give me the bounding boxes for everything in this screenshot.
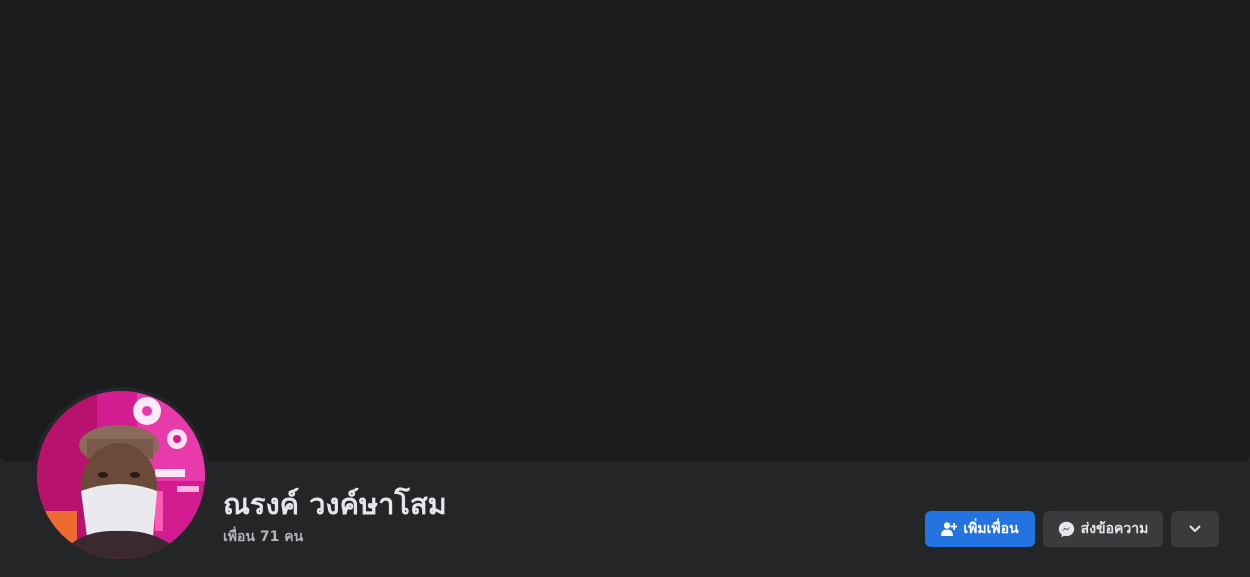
cover-photo[interactable]: [0, 0, 1250, 462]
add-friend-button[interactable]: เพิ่มเพื่อน: [925, 511, 1035, 547]
friends-count[interactable]: เพื่อน 71 คน: [223, 527, 303, 547]
profile-header: ณรงค์ วงค์ษาโสม เพื่อน 71 คน เพิ่มเพื่อน…: [0, 0, 1250, 577]
avatar-photo: [37, 391, 205, 559]
profile-name: ณรงค์ วงค์ษาโสม: [223, 487, 447, 521]
add-friend-icon: [941, 522, 958, 536]
send-message-label: ส่งข้อความ: [1080, 521, 1149, 537]
messenger-icon: [1058, 521, 1074, 537]
profile-avatar[interactable]: [37, 391, 205, 559]
more-options-button[interactable]: [1171, 511, 1219, 547]
add-friend-label: เพิ่มเพื่อน: [963, 521, 1019, 537]
send-message-button[interactable]: ส่งข้อความ: [1043, 511, 1163, 547]
chevron-down-icon: [1189, 525, 1201, 532]
